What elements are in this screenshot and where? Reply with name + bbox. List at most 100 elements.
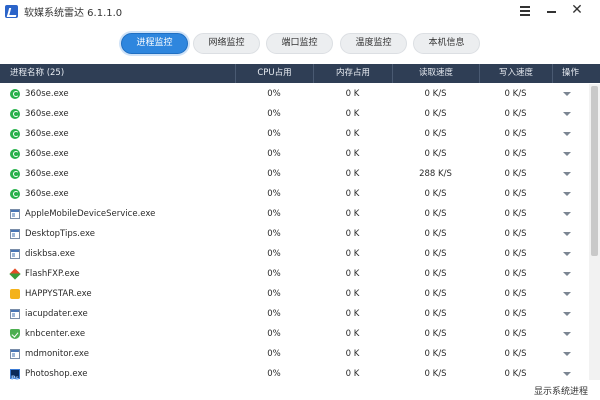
table-row[interactable]: iacupdater.exe 0% 0 K 0 K/S 0 K/S bbox=[0, 304, 588, 324]
column-header-write-speed[interactable]: 写入速度 bbox=[479, 64, 552, 83]
process-name: 360se.exe bbox=[25, 129, 69, 139]
dropdown-arrow-icon[interactable] bbox=[563, 112, 571, 116]
cpu-usage: 0% bbox=[267, 229, 281, 239]
app-window-icon bbox=[10, 209, 20, 219]
dropdown-arrow-icon[interactable] bbox=[563, 332, 571, 336]
cpu-usage: 0% bbox=[267, 349, 281, 359]
write-speed: 0 K/S bbox=[504, 129, 527, 139]
memory-usage: 0 K bbox=[345, 349, 360, 359]
cpu-usage: 0% bbox=[267, 169, 281, 179]
table-row[interactable]: 360se.exe 0% 0 K 0 K/S 0 K/S bbox=[0, 104, 588, 124]
360se-icon bbox=[10, 89, 20, 99]
column-header-name[interactable]: 进程名称 (25) bbox=[0, 64, 235, 83]
column-header-read-speed[interactable]: 读取速度 bbox=[392, 64, 479, 83]
write-speed: 0 K/S bbox=[504, 229, 527, 239]
photoshop-icon bbox=[10, 369, 20, 380]
app-window-icon bbox=[10, 349, 20, 359]
scrollbar-thumb[interactable] bbox=[591, 86, 598, 256]
write-speed: 0 K/S bbox=[504, 289, 527, 299]
close-button[interactable]: ✕ bbox=[570, 3, 584, 17]
process-name: 360se.exe bbox=[25, 169, 69, 179]
table-row[interactable]: 360se.exe 0% 0 K 0 K/S 0 K/S bbox=[0, 144, 588, 164]
hamburger-icon bbox=[520, 6, 530, 8]
menu-button[interactable] bbox=[518, 4, 532, 18]
process-name-cell: Photoshop.exe bbox=[10, 364, 235, 380]
table-row[interactable]: knbcenter.exe 0% 0 K 0 K/S 0 K/S bbox=[0, 324, 588, 344]
table-row[interactable]: HAPPYSTAR.exe 0% 0 K 0 K/S 0 K/S bbox=[0, 284, 588, 304]
table-row[interactable]: 360se.exe 0% 0 K 288 K/S 0 K/S bbox=[0, 164, 588, 184]
show-system-processes-button[interactable]: 显示系统进程 bbox=[534, 384, 588, 397]
process-name-cell: knbcenter.exe bbox=[10, 324, 235, 344]
process-name: 360se.exe bbox=[25, 149, 69, 159]
tab-port-monitor[interactable]: 端口监控 bbox=[266, 33, 333, 54]
tab-process-monitor[interactable]: 进程监控 bbox=[121, 33, 188, 54]
dropdown-arrow-icon[interactable] bbox=[563, 152, 571, 156]
dropdown-arrow-icon[interactable] bbox=[563, 352, 571, 356]
memory-usage: 0 K bbox=[345, 229, 360, 239]
read-speed: 0 K/S bbox=[424, 349, 447, 359]
write-speed: 0 K/S bbox=[504, 109, 527, 119]
cpu-usage: 0% bbox=[267, 189, 281, 199]
memory-usage: 0 K bbox=[345, 109, 360, 119]
process-name-cell: 360se.exe bbox=[10, 104, 235, 124]
table-row[interactable]: AppleMobileDeviceService.exe 0% 0 K 0 K/S 0 … bbox=[0, 204, 588, 224]
read-speed: 288 K/S bbox=[419, 169, 452, 179]
app-logo-icon bbox=[5, 5, 18, 18]
memory-usage: 0 K bbox=[345, 289, 360, 299]
dropdown-arrow-icon[interactable] bbox=[563, 292, 571, 296]
table-row[interactable]: diskbsa.exe 0% 0 K 0 K/S 0 K/S bbox=[0, 244, 588, 264]
dropdown-arrow-icon[interactable] bbox=[563, 92, 571, 96]
read-speed: 0 K/S bbox=[424, 109, 447, 119]
table-row[interactable]: 360se.exe 0% 0 K 0 K/S 0 K/S bbox=[0, 184, 588, 204]
dropdown-arrow-icon[interactable] bbox=[563, 232, 571, 236]
cpu-usage: 0% bbox=[267, 209, 281, 219]
process-name-cell: mdmonitor.exe bbox=[10, 344, 235, 364]
dropdown-arrow-icon[interactable] bbox=[563, 312, 571, 316]
write-speed: 0 K/S bbox=[504, 89, 527, 99]
dropdown-arrow-icon[interactable] bbox=[563, 212, 571, 216]
tab-temperature-monitor[interactable]: 温度监控 bbox=[340, 33, 407, 54]
vertical-scrollbar[interactable] bbox=[589, 84, 600, 380]
process-name: diskbsa.exe bbox=[25, 249, 75, 259]
dropdown-arrow-icon[interactable] bbox=[563, 172, 571, 176]
column-header-memory[interactable]: 内存占用 bbox=[313, 64, 392, 83]
table-row[interactable]: FlashFXP.exe 0% 0 K 0 K/S 0 K/S bbox=[0, 264, 588, 284]
knbcenter-icon bbox=[10, 329, 20, 339]
process-name: AppleMobileDeviceService.exe bbox=[25, 209, 156, 219]
read-speed: 0 K/S bbox=[424, 369, 447, 379]
write-speed: 0 K/S bbox=[504, 149, 527, 159]
table-row[interactable]: DesktopTips.exe 0% 0 K 0 K/S 0 K/S bbox=[0, 224, 588, 244]
tab-system-info[interactable]: 本机信息 bbox=[413, 33, 480, 54]
column-header-cpu[interactable]: CPU占用 bbox=[235, 64, 313, 83]
memory-usage: 0 K bbox=[345, 309, 360, 319]
dropdown-arrow-icon[interactable] bbox=[563, 272, 571, 276]
process-name: mdmonitor.exe bbox=[25, 349, 89, 359]
memory-usage: 0 K bbox=[345, 89, 360, 99]
process-name-cell: HAPPYSTAR.exe bbox=[10, 284, 235, 304]
360se-icon bbox=[10, 189, 20, 199]
write-speed: 0 K/S bbox=[504, 369, 527, 379]
column-header-action: 操作 bbox=[552, 64, 588, 83]
dropdown-arrow-icon[interactable] bbox=[563, 252, 571, 256]
process-table: 360se.exe 0% 0 K 0 K/S 0 K/S 360se.exe 0% 0 K 0 … bbox=[0, 84, 588, 380]
write-speed: 0 K/S bbox=[504, 349, 527, 359]
write-speed: 0 K/S bbox=[504, 249, 527, 259]
cpu-usage: 0% bbox=[267, 329, 281, 339]
dropdown-arrow-icon[interactable] bbox=[563, 192, 571, 196]
write-speed: 0 K/S bbox=[504, 329, 527, 339]
dropdown-arrow-icon[interactable] bbox=[563, 372, 571, 376]
table-row[interactable]: 360se.exe 0% 0 K 0 K/S 0 K/S bbox=[0, 84, 588, 104]
dropdown-arrow-icon[interactable] bbox=[563, 132, 571, 136]
360se-icon bbox=[10, 109, 20, 119]
process-name-cell: AppleMobileDeviceService.exe bbox=[10, 204, 235, 224]
table-row[interactable]: mdmonitor.exe 0% 0 K 0 K/S 0 K/S bbox=[0, 344, 588, 364]
process-name: 360se.exe bbox=[25, 189, 69, 199]
tab-bar: 进程监控 网络监控 端口监控 温度监控 本机信息 bbox=[0, 33, 600, 55]
table-row[interactable]: 360se.exe 0% 0 K 0 K/S 0 K/S bbox=[0, 124, 588, 144]
table-row[interactable]: Photoshop.exe 0% 0 K 0 K/S 0 K/S bbox=[0, 364, 588, 380]
minimize-button[interactable] bbox=[545, 4, 559, 18]
cpu-usage: 0% bbox=[267, 369, 281, 379]
tab-network-monitor[interactable]: 网络监控 bbox=[193, 33, 260, 54]
read-speed: 0 K/S bbox=[424, 189, 447, 199]
process-name-cell: FlashFXP.exe bbox=[9, 264, 235, 284]
